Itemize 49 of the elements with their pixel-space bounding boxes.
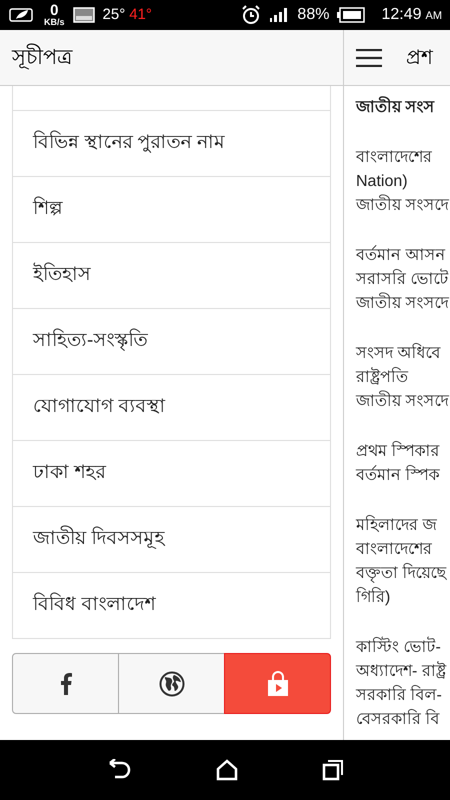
- body-text: সরকারি বিল-: [356, 684, 443, 706]
- body-text: বাংলাদেশের: [356, 148, 433, 168]
- speed-unit: KB/s: [44, 18, 65, 27]
- website-button[interactable]: [118, 653, 225, 714]
- section-heading: জাতীয় সংস: [356, 96, 450, 120]
- body-text: বেসরকারি বি: [356, 708, 441, 730]
- body-text: কাস্টিং ভোট-: [356, 636, 450, 660]
- body-text: বাংলাদেশের: [356, 540, 433, 560]
- battery-saver-icon: [8, 7, 36, 23]
- recent-apps-icon[interactable]: [322, 759, 344, 781]
- body-text: গিরি): [356, 586, 392, 608]
- clock-time: 12:49: [381, 5, 422, 25]
- body-text: অধ্যাদেশ- রাষ্ট্র: [356, 660, 448, 682]
- body-text: সরাসরি ভোটে: [356, 268, 450, 292]
- menu-item[interactable]: বিবিধ বাংলাদেশ: [13, 572, 330, 638]
- menu-item[interactable]: ঢাকা শহর: [13, 440, 330, 506]
- menu-item[interactable]: যোগাযোগ ব্যবস্থা: [13, 374, 330, 440]
- image-icon: [72, 7, 95, 23]
- menu-item[interactable]: বিভিন্ন স্থানের পুরাতন নাম: [13, 110, 330, 176]
- home-icon[interactable]: [214, 758, 239, 782]
- menu-item[interactable]: শিল্প: [13, 176, 330, 242]
- body-text: প্রথম স্পিকার: [356, 440, 440, 462]
- body-text: Nation): [356, 172, 409, 192]
- menu-item[interactable]: সাহিত্য-সংস্কৃতি: [13, 308, 330, 374]
- body-text: জাতীয় সংসদে: [356, 292, 450, 316]
- menu-item[interactable]: জাতীয় দিবসসমূহ: [13, 506, 330, 572]
- body-text: রাষ্ট্রপতি: [356, 366, 410, 388]
- body-text: বক্তৃতা দিয়েছে: [356, 562, 448, 585]
- menu-item[interactable]: ইতিহাস: [13, 242, 330, 308]
- body-text: জাতীয় সংসদে: [356, 194, 450, 218]
- network-speed: 0: [50, 3, 58, 18]
- body-text: বর্তমান স্পিক: [356, 464, 441, 486]
- body-text: সংসদ অধিবে: [356, 342, 442, 364]
- body-text: জাতীয় সংসদে: [356, 390, 450, 414]
- alarm-icon: [241, 5, 262, 25]
- sidebar-title: সূচীপত্র: [12, 42, 72, 72]
- temperature: 25°: [102, 4, 126, 25]
- facebook-icon: [60, 672, 72, 694]
- store-button[interactable]: [224, 653, 331, 714]
- clock-period: AM: [426, 9, 442, 24]
- battery-icon: [337, 7, 366, 23]
- high-temperature-label: 41°: [129, 4, 152, 25]
- body-text: মহিলাদের জ: [356, 514, 438, 536]
- body-text: বর্তমান আসন: [356, 244, 446, 266]
- signal-icon: [269, 8, 290, 22]
- battery-percent: 88%: [297, 5, 330, 25]
- globe-icon: [158, 670, 184, 696]
- menu-icon[interactable]: [356, 48, 382, 66]
- page-title: প্রশ: [406, 46, 433, 70]
